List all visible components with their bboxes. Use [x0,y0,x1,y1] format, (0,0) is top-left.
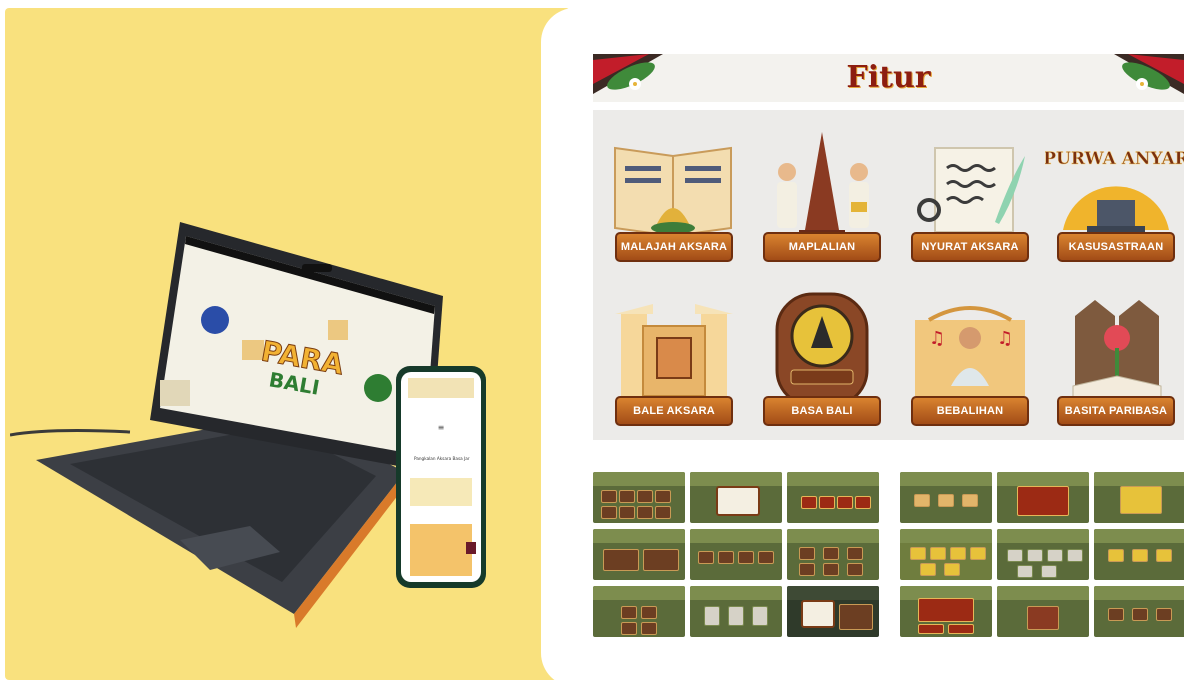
game-screenshot[interactable] [1094,586,1184,637]
phone-menu-item[interactable]: Pangkalan Aksara Basa Jar [414,456,470,461]
music-note-icon: ♫ [929,328,945,349]
screenshot-gallery [593,472,1184,640]
game-screenshot[interactable] [787,529,879,580]
feature-grid: MALAJAH AKSARA MAPLALIAN NYURAT AKSARA P… [593,110,1184,440]
music-note-icon: ♫ [997,328,1013,349]
feature-kasusastraan[interactable]: PURWA ANYAR KASUSASTRAAN [1045,118,1184,268]
institution-logo-icon [201,306,229,334]
phone-hero-image [410,478,472,506]
phone-feature-card [410,524,472,576]
game-screenshot[interactable] [1094,472,1184,523]
feature-label: BALE AKSARA [615,396,733,426]
phone-scroll-button[interactable] [466,542,476,554]
fitur-title: Fitur [846,60,931,95]
feature-nyurat-aksara[interactable]: NYURAT AKSARA [899,118,1041,268]
feature-maplalian[interactable]: MAPLALIAN [751,118,893,268]
game-screenshot[interactable] [690,529,782,580]
right-ornament-icon [1114,54,1184,94]
regional-logo-icon [364,374,392,402]
feature-basa-bali[interactable]: BASA BALI [751,282,893,432]
feature-label: KASUSASTRAAN [1057,232,1175,262]
game-screenshot[interactable] [593,529,685,580]
feature-label: MAPLALIAN [763,232,881,262]
feature-basita-paribasa[interactable]: BASITA PARIBASA [1045,282,1184,432]
phone-menu-icon[interactable]: ≡ [438,423,445,432]
game-screenshot[interactable] [900,529,992,580]
game-screenshot[interactable] [690,472,782,523]
game-screenshot[interactable] [1094,529,1184,580]
game-screenshot[interactable] [997,472,1089,523]
laptop-notch [302,264,332,272]
feature-bale-aksara[interactable]: BALE AKSARA [603,282,745,432]
feature-label: BASITA PARIBASA [1057,396,1175,426]
feature-label: BEBALIHAN [911,396,1029,426]
game-screenshot[interactable] [787,472,879,523]
game-screenshot[interactable] [997,529,1089,580]
stage: PARA BALI ≡ Pangkalan Aksara Basa Jar Fi… [0,0,1184,687]
feature-bebalihan[interactable]: ♫ ♫ BEBALIHAN [899,282,1041,432]
game-screenshot[interactable] [690,586,782,637]
aksara-tile-icon [328,320,348,340]
fitur-header: Fitur [593,54,1184,102]
game-screenshot[interactable] [593,586,685,637]
phone-header-banner [408,378,474,398]
game-screenshot[interactable] [787,586,879,637]
game-screenshot[interactable] [900,472,992,523]
feature-label: NYURAT AKSARA [911,232,1029,262]
feature-malajah-aksara[interactable]: MALAJAH AKSARA [603,118,745,268]
laptop-cable [10,429,131,437]
game-screenshot[interactable] [997,586,1089,637]
game-screenshot[interactable] [593,472,685,523]
phone-mockup: ≡ Pangkalan Aksara Basa Jar [396,366,486,588]
temple-silhouette-icon [160,380,190,406]
game-screenshot[interactable] [900,586,992,637]
feature-label: MALAJAH AKSARA [615,232,733,262]
feature-label: BASA BALI [763,396,881,426]
kasusastraan-art-text: PURWA ANYAR [1045,149,1184,169]
